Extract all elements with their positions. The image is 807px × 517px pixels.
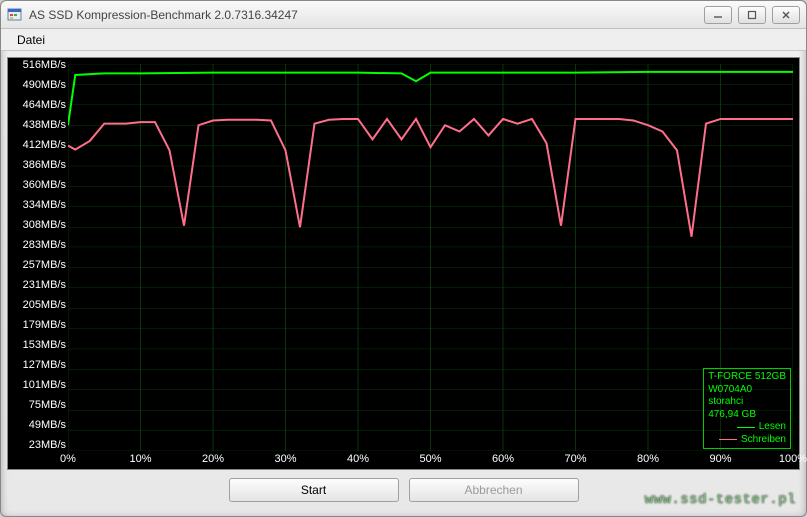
y-tick-label: 334MB/s: [10, 200, 66, 211]
legend-read-swatch: [737, 427, 755, 428]
legend-device: T-FORCE 512GB: [708, 371, 786, 384]
y-tick-label: 490MB/s: [10, 80, 66, 91]
x-tick-label: 0%: [60, 453, 76, 465]
window-title: AS SSD Kompression-Benchmark 2.0.7316.34…: [29, 8, 704, 22]
y-tick-label: 360MB/s: [10, 180, 66, 191]
legend-capacity: 476,94 GB: [708, 409, 786, 422]
y-tick-label: 308MB/s: [10, 220, 66, 231]
legend-firmware: W0704A0: [708, 384, 786, 397]
y-tick-label: 153MB/s: [10, 340, 66, 351]
y-tick-label: 516MB/s: [10, 60, 66, 71]
x-tick-label: 10%: [129, 453, 151, 465]
abort-button[interactable]: Abbrechen: [409, 478, 579, 502]
legend-box: T-FORCE 512GB W0704A0 storahci 476,94 GB…: [703, 368, 791, 449]
x-tick-label: 100%: [779, 453, 807, 465]
y-tick-label: 412MB/s: [10, 140, 66, 151]
x-tick-label: 30%: [274, 453, 296, 465]
legend-read-label: Lesen: [759, 421, 786, 434]
window-controls: [704, 6, 800, 24]
app-icon: [7, 7, 23, 23]
y-tick-label: 101MB/s: [10, 380, 66, 391]
x-tick-label: 80%: [637, 453, 659, 465]
data-lines: [68, 64, 793, 451]
y-tick-label: 179MB/s: [10, 320, 66, 331]
y-tick-label: 257MB/s: [10, 260, 66, 271]
legend-write-swatch: [719, 439, 737, 440]
close-button[interactable]: [772, 6, 800, 24]
x-tick-label: 60%: [492, 453, 514, 465]
x-tick-label: 20%: [202, 453, 224, 465]
y-tick-label: 386MB/s: [10, 160, 66, 171]
button-bar: Start Abbrechen: [1, 478, 806, 506]
x-axis-labels: 0%10%20%30%40%50%60%70%80%90%100%: [68, 453, 793, 467]
y-tick-label: 23MB/s: [10, 440, 66, 451]
legend-driver: storahci: [708, 396, 786, 409]
legend-write: Schreiben: [708, 434, 786, 447]
y-axis-labels: 516MB/s 490MB/s 464MB/s 438MB/s 412MB/s 386MB…: [10, 60, 66, 451]
maximize-button[interactable]: [738, 6, 766, 24]
menu-file[interactable]: Datei: [9, 31, 53, 49]
y-tick-label: 231MB/s: [10, 280, 66, 291]
titlebar: AS SSD Kompression-Benchmark 2.0.7316.34…: [1, 1, 806, 29]
y-tick-label: 49MB/s: [10, 420, 66, 431]
plot-area: [68, 64, 793, 451]
menubar: Datei: [1, 29, 806, 51]
minimize-button[interactable]: [704, 6, 732, 24]
start-button[interactable]: Start: [229, 478, 399, 502]
y-tick-label: 205MB/s: [10, 300, 66, 311]
x-tick-label: 90%: [709, 453, 731, 465]
x-tick-label: 50%: [419, 453, 441, 465]
legend-read: Lesen: [708, 421, 786, 434]
y-tick-label: 75MB/s: [10, 400, 66, 411]
y-tick-label: 438MB/s: [10, 120, 66, 131]
y-tick-label: 464MB/s: [10, 100, 66, 111]
y-tick-label: 283MB/s: [10, 240, 66, 251]
x-tick-label: 40%: [347, 453, 369, 465]
app-window: AS SSD Kompression-Benchmark 2.0.7316.34…: [0, 0, 807, 517]
chart-area: 516MB/s 490MB/s 464MB/s 438MB/s 412MB/s 386MB…: [7, 57, 800, 470]
legend-write-label: Schreiben: [741, 434, 786, 447]
x-tick-label: 70%: [564, 453, 586, 465]
y-tick-label: 127MB/s: [10, 360, 66, 371]
